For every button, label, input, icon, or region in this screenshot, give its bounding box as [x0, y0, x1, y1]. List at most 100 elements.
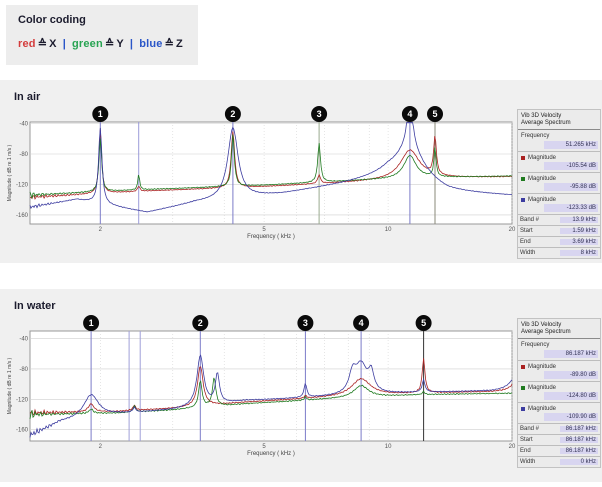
- x-tick-label: 2: [99, 227, 103, 233]
- magnitude-row-z: Magnitude: [518, 402, 600, 412]
- start-row: Start 86.187 kHz: [518, 434, 600, 445]
- width-label: Width: [520, 250, 535, 256]
- magnitude-value-z: -123.33 dB: [544, 204, 598, 212]
- end-row: End3.69 kHz: [518, 236, 600, 247]
- frequency-value: 86.187 kHz: [544, 350, 598, 358]
- start-label: Start: [520, 228, 533, 234]
- end-label: End: [520, 448, 531, 454]
- magnitude-value-y: -124.80 dB: [544, 392, 598, 400]
- air-chart-row: -40-80-120-160251020Frequency ( kHz )Mag…: [0, 106, 602, 259]
- x-tick-label: 5: [262, 444, 266, 450]
- section-in-air: In air -40-80-120-160251020Frequency ( k…: [0, 80, 602, 263]
- width-value: 8 kHz: [560, 250, 598, 256]
- peak-marker-number: 4: [407, 109, 412, 119]
- start-value: 86.187 kHz: [560, 437, 598, 443]
- x-tick-label: 10: [385, 227, 392, 233]
- x-axis-title: Frequency ( kHz ): [247, 234, 295, 240]
- peak-marker-number: 2: [230, 109, 235, 119]
- corresponds-symbol: ≙: [36, 38, 49, 50]
- peak-marker-number: 5: [421, 318, 426, 328]
- legend-blue-label: blue: [139, 38, 162, 50]
- start-label: Start: [520, 437, 533, 443]
- width-row: Width 0 kHz: [518, 456, 600, 467]
- end-row: End86.187 kHz: [518, 445, 600, 456]
- magnitude-value-y: -95.88 dB: [544, 183, 598, 191]
- corresponds-symbol: ≙: [163, 38, 176, 50]
- info-panel-water: Vib 3D Velocity Average Spectrum Frequen…: [517, 318, 601, 468]
- band-value: 13.9 kHz: [560, 217, 598, 223]
- section-in-water: In water -40 -80 -120 -160 2 5 10 20 Frequency (…: [0, 289, 602, 482]
- band-label: Band #: [520, 426, 539, 432]
- magnitude-label: Magnitude: [528, 364, 556, 370]
- legend-z-axis: Z: [176, 38, 183, 50]
- x-tick-label: 10: [385, 444, 392, 450]
- series-x-color-swatch: [521, 365, 525, 369]
- y-tick-label: -80: [19, 367, 28, 373]
- x-axis-title: Frequency ( kHz ): [247, 451, 295, 457]
- legend-separator: |: [124, 38, 139, 50]
- magnitude-value-x: -105.54 dB: [544, 162, 598, 170]
- peak-marker-number: 4: [359, 318, 364, 328]
- width-row: Width 8 kHz: [518, 247, 600, 258]
- magnitude-value-x: -89.80 dB: [544, 371, 598, 379]
- band-row: Band # 13.9 kHz: [518, 214, 600, 225]
- frequency-label: Frequency: [518, 130, 600, 140]
- peak-marker-number: 2: [198, 318, 203, 328]
- magnitude-label: Magnitude: [528, 197, 556, 203]
- panel-subtitle: Average Spectrum: [518, 119, 600, 130]
- x-tick-label: 2: [99, 444, 103, 450]
- y-tick-label: -40: [19, 337, 28, 343]
- peak-marker-number: 1: [98, 109, 103, 119]
- peak-marker-number: 5: [432, 109, 437, 119]
- color-coding-title: Color coding: [6, 5, 198, 26]
- peak-marker-number: 3: [303, 318, 308, 328]
- magnitude-value-z: -109.90 dB: [544, 413, 598, 421]
- series-z-color-swatch: [521, 198, 525, 202]
- x-tick-label: 20: [509, 444, 516, 450]
- section-title-water: In water: [0, 289, 602, 312]
- y-tick-label: -160: [16, 213, 29, 219]
- y-tick-label: -160: [16, 428, 29, 434]
- x-tick-label: 20: [509, 227, 516, 233]
- magnitude-row-y: Magnitude: [518, 381, 600, 391]
- panel-title: Vib 3D Velocity: [518, 110, 600, 119]
- series-y-color-swatch: [521, 386, 525, 390]
- magnitude-row-x: Magnitude: [518, 151, 600, 161]
- series-x-color-swatch: [521, 156, 525, 160]
- color-coding-box: Color coding red≙X|green≙Y|blue≙Z: [6, 5, 198, 65]
- legend-y-axis: Y: [116, 38, 124, 50]
- band-row: Band #86.187 kHz: [518, 423, 600, 434]
- legend-x-axis: X: [49, 38, 57, 50]
- magnitude-row-x: Magnitude: [518, 360, 600, 370]
- magnitude-row-z: Magnitude: [518, 193, 600, 203]
- section-title-air: In air: [0, 80, 602, 103]
- frequency-label: Frequency: [518, 339, 600, 349]
- panel-title: Vib 3D Velocity: [518, 319, 600, 328]
- band-label: Band #: [520, 217, 539, 223]
- air-spectrum-chart: -40-80-120-160251020Frequency ( kHz )Mag…: [4, 106, 516, 240]
- panel-subtitle: Average Spectrum: [518, 328, 600, 339]
- corresponds-symbol: ≙: [103, 38, 116, 50]
- peak-marker-number: 3: [317, 109, 322, 119]
- end-value: 3.69 kHz: [560, 239, 598, 245]
- magnitude-label: Magnitude: [528, 406, 556, 412]
- series-z-color-swatch: [521, 407, 525, 411]
- magnitude-label: Magnitude: [528, 155, 556, 161]
- water-chart-row: -40 -80 -120 -160 2 5 10 20 Frequency ( kHz ) Mag…: [0, 315, 602, 468]
- y-axis-title: Magnitude ( dB re 1 m/s ): [7, 144, 13, 201]
- y-tick-label: -80: [19, 152, 28, 158]
- y-axis-title: Magnitude ( dB re 1 m/s ): [7, 357, 13, 414]
- color-coding-entries: red≙X|green≙Y|blue≙Z: [6, 26, 198, 50]
- magnitude-label: Magnitude: [528, 385, 556, 391]
- plot-area: [30, 331, 512, 441]
- y-tick-label: -120: [16, 397, 29, 403]
- legend-separator: |: [57, 38, 72, 50]
- info-panel-air: Vib 3D Velocity Average Spectrum Frequen…: [517, 109, 601, 259]
- width-value: 0 kHz: [560, 459, 598, 465]
- water-spectrum-chart: -40 -80 -120 -160 2 5 10 20 Frequency ( kHz ) Mag…: [4, 315, 516, 457]
- magnitude-row-y: Magnitude: [518, 172, 600, 182]
- legend-green-label: green: [72, 38, 103, 50]
- x-tick-label: 5: [262, 227, 266, 233]
- width-label: Width: [520, 459, 535, 465]
- y-tick-label: -120: [16, 182, 29, 188]
